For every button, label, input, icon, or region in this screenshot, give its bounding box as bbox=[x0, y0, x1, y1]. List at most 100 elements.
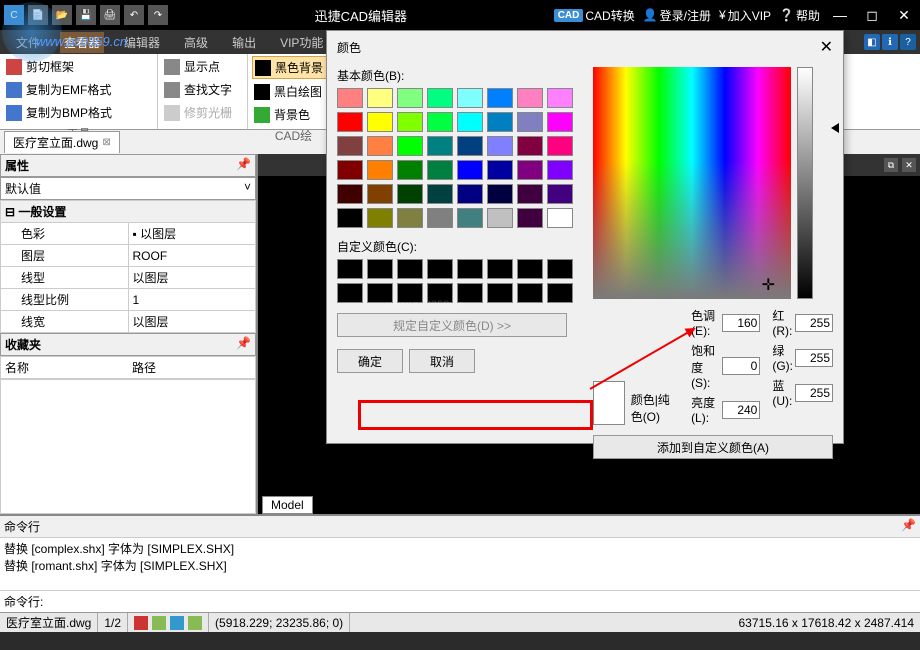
color-swatch[interactable] bbox=[367, 184, 393, 204]
blue-input[interactable] bbox=[795, 384, 833, 402]
document-tab[interactable]: 医疗室立面.dwg ⊠ bbox=[4, 131, 120, 153]
color-swatch[interactable] bbox=[427, 88, 453, 108]
command-input-row[interactable]: 命令行: bbox=[0, 590, 920, 612]
custom-color-swatch[interactable] bbox=[367, 259, 393, 279]
info-icon[interactable]: ℹ bbox=[882, 34, 898, 50]
color-swatch[interactable] bbox=[397, 160, 423, 180]
vip-button[interactable]: ¥ 加入VIP bbox=[719, 7, 771, 24]
custom-color-swatch[interactable] bbox=[397, 259, 423, 279]
view-restore-icon[interactable]: ⧉ bbox=[884, 158, 898, 172]
help-button[interactable]: ❔ 帮助 bbox=[779, 7, 820, 24]
sat-input[interactable] bbox=[722, 357, 760, 375]
color-swatch[interactable] bbox=[547, 160, 573, 180]
ribbon-trim-raster[interactable]: 修剪光栅 bbox=[162, 102, 246, 123]
login-button[interactable]: 👤 登录/注册 bbox=[643, 7, 711, 24]
color-swatch[interactable] bbox=[457, 88, 483, 108]
ribbon-bg-color[interactable]: 背景色 bbox=[252, 104, 336, 125]
color-swatch[interactable] bbox=[457, 112, 483, 132]
cad-convert-button[interactable]: CAD CAD转换 bbox=[554, 7, 635, 24]
custom-color-swatch[interactable] bbox=[547, 259, 573, 279]
color-swatch[interactable] bbox=[427, 136, 453, 156]
custom-color-swatch[interactable] bbox=[457, 259, 483, 279]
color-swatch[interactable] bbox=[397, 184, 423, 204]
maximize-button[interactable]: ◻ bbox=[860, 5, 884, 25]
custom-color-swatch[interactable] bbox=[337, 259, 363, 279]
color-swatch[interactable] bbox=[487, 112, 513, 132]
ribbon-show-point[interactable]: 显示点 bbox=[162, 56, 246, 77]
color-swatch[interactable] bbox=[457, 160, 483, 180]
color-swatch[interactable] bbox=[517, 136, 543, 156]
lum-input[interactable] bbox=[722, 401, 760, 419]
custom-color-swatch[interactable] bbox=[487, 283, 513, 303]
color-swatch[interactable] bbox=[487, 208, 513, 228]
color-swatch[interactable] bbox=[397, 136, 423, 156]
save-icon[interactable]: 💾 bbox=[76, 5, 96, 25]
custom-color-swatch[interactable] bbox=[517, 259, 543, 279]
color-swatch[interactable] bbox=[427, 160, 453, 180]
ribbon-find-text[interactable]: 查找文字 bbox=[162, 79, 246, 100]
color-swatch[interactable] bbox=[367, 112, 393, 132]
pin-icon[interactable]: 📌 bbox=[901, 518, 916, 535]
help-icon[interactable]: ? bbox=[900, 34, 916, 50]
redo-icon[interactable]: ↷ bbox=[148, 5, 168, 25]
grid-icon[interactable] bbox=[152, 616, 166, 630]
luminance-slider[interactable] bbox=[797, 67, 813, 299]
color-swatch[interactable] bbox=[397, 208, 423, 228]
dialog-close-button[interactable]: ✕ bbox=[820, 37, 833, 57]
color-swatch[interactable] bbox=[547, 88, 573, 108]
ribbon-black-bg[interactable]: 黑色背景 bbox=[252, 56, 336, 79]
color-swatch[interactable] bbox=[367, 160, 393, 180]
ribbon-bw-draw[interactable]: 黑白绘图 bbox=[252, 81, 336, 102]
add-custom-button[interactable]: 添加到自定义颜色(A) bbox=[593, 435, 833, 459]
tab-close-icon[interactable]: ⊠ bbox=[102, 137, 110, 148]
col-path[interactable]: 路径 bbox=[128, 357, 255, 378]
minimize-button[interactable]: — bbox=[828, 5, 852, 25]
color-swatch[interactable] bbox=[457, 208, 483, 228]
ribbon-copy-emf[interactable]: 复制为EMF格式 bbox=[4, 79, 144, 100]
color-swatch[interactable] bbox=[427, 112, 453, 132]
pin-icon[interactable]: 📌 bbox=[236, 157, 251, 174]
color-swatch[interactable] bbox=[337, 112, 363, 132]
custom-color-swatch[interactable] bbox=[427, 259, 453, 279]
menu-advanced[interactable]: 高级 bbox=[180, 32, 212, 53]
snap-icon[interactable] bbox=[134, 616, 148, 630]
pin-icon[interactable]: 📌 bbox=[236, 336, 251, 353]
color-swatch[interactable] bbox=[517, 112, 543, 132]
color-swatch[interactable] bbox=[427, 208, 453, 228]
color-swatch[interactable] bbox=[367, 136, 393, 156]
view-close-icon[interactable]: ✕ bbox=[902, 158, 916, 172]
col-name[interactable]: 名称 bbox=[1, 357, 128, 378]
prop-category[interactable]: ⊟ 一般设置 bbox=[1, 201, 256, 223]
color-swatch[interactable] bbox=[397, 112, 423, 132]
color-swatch[interactable] bbox=[337, 160, 363, 180]
color-swatch[interactable] bbox=[547, 208, 573, 228]
selection-dropdown[interactable]: 默认值˅ bbox=[0, 177, 256, 200]
color-swatch[interactable] bbox=[517, 184, 543, 204]
color-swatch[interactable] bbox=[487, 184, 513, 204]
undo-icon[interactable]: ↶ bbox=[124, 5, 144, 25]
color-swatch[interactable] bbox=[517, 208, 543, 228]
hue-input[interactable] bbox=[722, 314, 760, 332]
color-swatch[interactable] bbox=[367, 88, 393, 108]
color-swatch[interactable] bbox=[337, 184, 363, 204]
color-swatch[interactable] bbox=[547, 136, 573, 156]
color-swatch[interactable] bbox=[337, 88, 363, 108]
color-swatch[interactable] bbox=[457, 136, 483, 156]
custom-color-swatch[interactable] bbox=[337, 283, 363, 303]
red-input[interactable] bbox=[795, 314, 833, 332]
model-tab[interactable]: Model bbox=[262, 496, 313, 514]
custom-color-swatch[interactable] bbox=[547, 283, 573, 303]
color-swatch[interactable] bbox=[397, 88, 423, 108]
green-input[interactable] bbox=[795, 349, 833, 367]
color-swatch[interactable] bbox=[337, 208, 363, 228]
color-swatch[interactable] bbox=[517, 160, 543, 180]
color-swatch[interactable] bbox=[517, 88, 543, 108]
color-swatch[interactable] bbox=[487, 88, 513, 108]
menu-vip[interactable]: VIP功能 bbox=[276, 32, 327, 53]
custom-color-swatch[interactable] bbox=[517, 283, 543, 303]
color-swatch[interactable] bbox=[547, 112, 573, 132]
color-swatch[interactable] bbox=[487, 136, 513, 156]
menu-output[interactable]: 输出 bbox=[228, 32, 260, 53]
ribbon-copy-bmp[interactable]: 复制为BMP格式 bbox=[4, 102, 144, 123]
color-swatch[interactable] bbox=[427, 184, 453, 204]
